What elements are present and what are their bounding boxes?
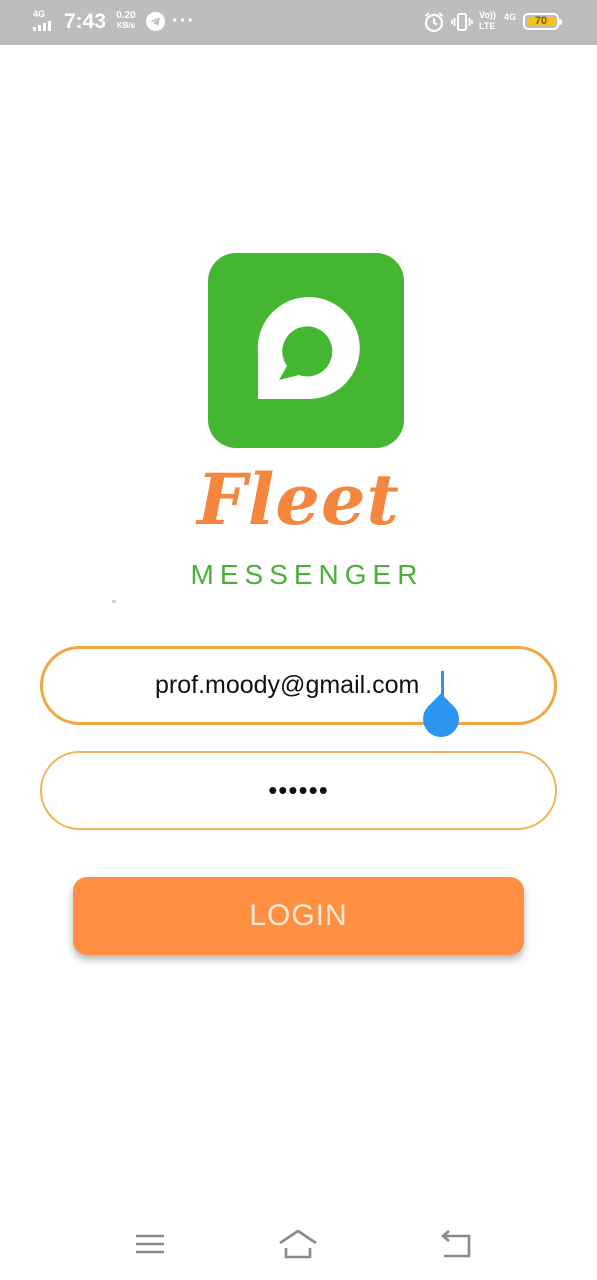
navigation-bar [0, 1210, 597, 1280]
signal-bars-icon [33, 21, 51, 31]
decorative-speck [112, 600, 116, 603]
clock: 7:43 [64, 10, 107, 33]
password-mask[interactable]: •••••• [42, 773, 555, 807]
email-input-value[interactable]: prof.moody@gmail.com [155, 667, 419, 703]
login-button-label: LOGIN [249, 899, 348, 932]
volte-indicator: Vo)) LTE [479, 10, 496, 32]
network-speed: 0.20 KB/s [113, 11, 139, 31]
app-logo [208, 253, 404, 448]
speed-unit: KB/s [116, 21, 136, 30]
password-field[interactable]: •••••• [40, 751, 557, 830]
vibrate-icon [451, 13, 473, 31]
battery-icon: 70 [523, 13, 562, 30]
volte-bottom-label: LTE [479, 21, 496, 31]
speed-value: 0.20 [116, 10, 136, 21]
brand-name: Fleet [197, 458, 400, 541]
battery-level: 70 [534, 15, 548, 27]
email-field[interactable]: prof.moody@gmail.com [40, 646, 557, 745]
menu-icon[interactable] [128, 1226, 172, 1262]
network-type-label: 4G [33, 9, 46, 19]
signal-icon: 4G [32, 9, 58, 33]
alarm-icon [424, 12, 444, 33]
telegram-icon [146, 12, 165, 31]
status-bar: 4G 7:43 0.20 KB/s ··· Vo)) LTE 4G 70 [0, 0, 597, 45]
network-type-label-2: 4G [504, 12, 517, 22]
cursor-handle[interactable] [415, 693, 467, 745]
more-notifications-icon: ··· [172, 10, 195, 32]
login-button[interactable]: LOGIN [73, 877, 524, 955]
home-icon[interactable] [276, 1226, 320, 1262]
brand-subtitle: MESSENGER [190, 559, 424, 590]
battery-nub [559, 19, 562, 25]
chat-bubble-icon [257, 297, 360, 399]
volte-top-label: Vo)) [479, 10, 496, 20]
back-icon[interactable] [433, 1226, 477, 1262]
